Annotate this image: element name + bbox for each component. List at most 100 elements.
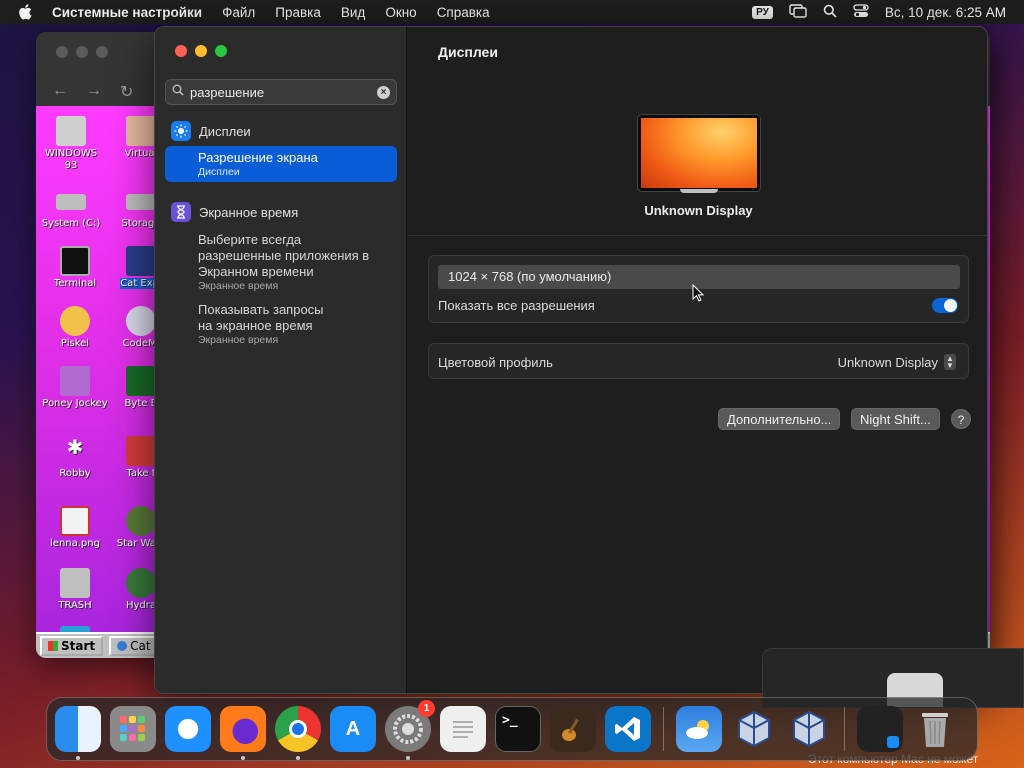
clear-search-icon[interactable]: × [377,86,390,99]
face-icon [126,116,156,146]
terminal-prompt-icon: >_ [502,713,518,728]
search-field[interactable]: разрешение × [165,79,397,105]
sidebar-item-subtitle: Экранное время [198,280,279,292]
desktop-icon[interactable]: Terminal [42,246,108,290]
game-icon [126,436,156,466]
hourglass-icon [171,202,191,222]
page-title: Дисплеи [438,44,498,60]
menu-app-name[interactable]: Системные настройки [52,5,202,20]
drive-icon [56,194,86,210]
terminal-app-icon [60,246,90,276]
system-settings-window: разрешение × Дисплеи Разрешение экрана Д… [154,26,988,694]
back-arrow-icon[interactable]: ← [52,82,68,102]
window-controls [56,46,108,58]
dock: A 1 >_ [46,697,978,761]
reload-icon[interactable]: ↻ [120,82,133,102]
sidebar-section-displays[interactable]: Дисплеи [171,121,251,141]
color-profile-select[interactable]: Unknown Display ▲ ▼ [838,354,956,370]
search-input[interactable]: разрешение [190,85,264,100]
menu-file[interactable]: Файл [222,5,255,20]
desktop-icon[interactable]: WINDOWS 93 [38,116,104,171]
up-down-chevron-icon: ▲ ▼ [944,354,956,370]
garageband-icon[interactable] [550,706,596,752]
vscode-icon[interactable] [605,706,651,752]
screen-mirroring-icon[interactable] [789,3,807,21]
display-name: Unknown Display [644,203,753,218]
dock-separator [663,707,664,751]
input-source-badge[interactable]: РУ [752,5,773,19]
toggle-knob [944,299,957,312]
spotlight-search-icon[interactable] [823,4,837,21]
wallpaper-preview [641,118,757,188]
window-traffic-lights [175,45,227,57]
start-button[interactable]: Start [40,636,104,656]
desktop-icon[interactable]: Piskel [42,306,108,350]
menu-view[interactable]: Вид [341,5,365,20]
pony-icon [60,366,90,396]
menu-edit[interactable]: Правка [275,5,321,20]
sidebar-item-subtitle: Дисплеи [198,166,240,178]
sun-icon [171,121,191,141]
chrome-icon[interactable] [275,706,321,760]
sidebar-item-allowed-apps[interactable]: Выберите всегда разрешенные приложения в… [165,228,397,296]
image-file-icon [60,506,90,536]
launchpad-icon[interactable] [110,706,156,752]
desktop-icon[interactable]: ✱ Robby [42,436,108,480]
virtualbox-vm-icon[interactable] [786,706,832,752]
hydra-icon [126,568,156,598]
trash-icon[interactable] [912,706,958,752]
search-icon [172,83,184,101]
codemirror-icon [126,306,156,336]
taskbar-item[interactable]: Cat [109,636,159,656]
notification-badge: 1 [418,700,435,717]
byte-icon [126,366,156,396]
desktop-icon[interactable]: lenna.png [42,506,108,550]
control-center-icon[interactable] [853,3,869,21]
sidebar-item-title: Разрешение экрана [198,150,318,165]
dock-separator [844,707,845,751]
menu-help[interactable]: Справка [437,5,490,20]
menu-clock[interactable]: Вс, 10 дек. 6:25 AM [885,5,1006,20]
globe-icon [117,641,128,651]
virtualbox-icon[interactable] [731,706,777,752]
show-all-resolutions-label: Показать все разрешения [438,298,595,313]
window-screenshot-icon[interactable] [857,706,903,752]
yoda-icon [126,506,156,536]
divider [408,235,987,236]
sidebar-section-screen-time[interactable]: Экранное время [171,202,298,222]
desktop-icon[interactable]: Poney Jockey [42,366,108,410]
settings-content: Дисплеи Unknown Display 1024 × 768 (по у… [408,27,987,693]
monitor-stand [680,189,718,193]
color-profile-label: Цветовой профиль [438,355,553,370]
desktop-icon[interactable]: System (C:) [38,186,104,230]
stick-figure-icon: ✱ [66,435,84,459]
minimize-window-icon[interactable] [195,45,207,57]
sidebar-item-title: Показывать запросы на экранное время [198,302,324,333]
desktop-icon[interactable]: TRASH [42,568,108,612]
firefox-icon[interactable] [220,706,266,760]
night-shift-button[interactable]: Night Shift... [851,408,940,430]
mouse-pointer-icon [692,283,705,307]
app-store-icon[interactable]: A [330,706,376,752]
sidebar-item-title: Выберите всегда разрешенные приложения в… [198,232,370,279]
terminal-icon[interactable]: >_ [495,706,541,752]
sidebar-item-show-requests[interactable]: Показывать запросы на экранное время Экр… [165,298,397,350]
sidebar-item-screen-resolution[interactable]: Разрешение экрана Дисплеи [165,146,397,182]
system-settings-icon[interactable]: 1 [385,700,435,760]
close-window-icon[interactable] [175,45,187,57]
chrome-center [289,720,307,738]
computer-icon [56,116,86,146]
finder-icon[interactable] [55,706,101,760]
app-badge-icon [887,736,899,748]
forward-arrow-icon[interactable]: → [86,82,102,102]
display-thumbnail[interactable] [638,115,760,191]
zoom-window-icon[interactable] [215,45,227,57]
show-all-resolutions-toggle[interactable] [932,298,958,313]
help-button[interactable]: ? [951,409,971,429]
advanced-button[interactable]: Дополнительно... [718,408,841,430]
textedit-icon[interactable] [440,706,486,752]
apple-menu-icon[interactable] [18,4,38,20]
menu-window[interactable]: Окно [385,5,416,20]
weather-icon[interactable] [676,706,722,752]
safari-icon[interactable] [165,706,211,752]
